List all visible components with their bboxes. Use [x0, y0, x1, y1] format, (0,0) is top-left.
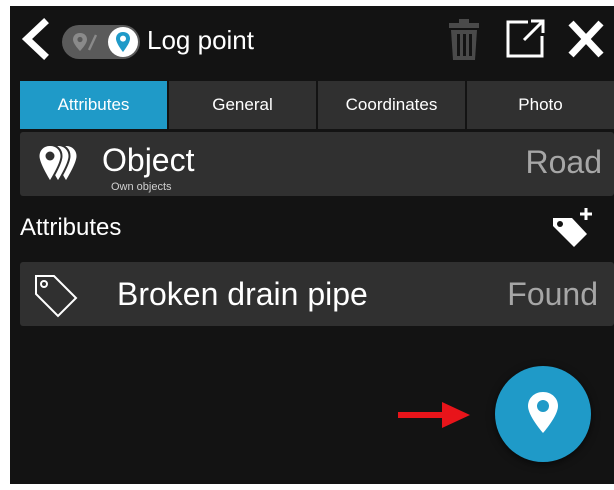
- map-slash-icon: [73, 33, 98, 51]
- back-chevron-icon: [21, 18, 49, 60]
- tab-coordinates[interactable]: Coordinates: [318, 81, 465, 129]
- tab-attributes[interactable]: Attributes: [20, 81, 167, 129]
- top-bar: Log point: [10, 6, 614, 72]
- mode-toggle[interactable]: [62, 25, 140, 59]
- tab-photo[interactable]: Photo: [467, 81, 614, 129]
- tab-general[interactable]: General: [169, 81, 316, 129]
- back-button[interactable]: [16, 18, 56, 60]
- add-tag-icon: [553, 208, 592, 247]
- delete-button[interactable]: [446, 16, 482, 62]
- stacked-pins-icon: [37, 143, 79, 184]
- attributes-section-title: Attributes: [20, 214, 122, 241]
- app-screen: Log point Attributes General Coordinates…: [10, 6, 614, 484]
- add-attribute-button[interactable]: [550, 206, 596, 252]
- close-button[interactable]: [566, 18, 606, 60]
- object-row[interactable]: Object Own objects Road: [20, 132, 614, 196]
- attribute-value: Found: [507, 276, 598, 312]
- tag-icon: [35, 275, 78, 318]
- annotation-arrow: [398, 402, 470, 428]
- close-icon: [568, 20, 604, 58]
- object-sublabel: Own objects: [111, 181, 172, 193]
- map-pin-icon: [116, 32, 130, 52]
- trash-icon: [449, 19, 479, 60]
- log-point-fab[interactable]: [495, 366, 591, 462]
- page-title: Log point: [147, 25, 254, 55]
- object-label: Object: [102, 142, 195, 178]
- object-value: Road: [525, 144, 603, 180]
- toggle-knob: [108, 27, 138, 57]
- attribute-name: Broken drain pipe: [117, 276, 368, 312]
- tab-bar: Attributes General Coordinates Photo: [20, 81, 614, 129]
- expand-icon: [506, 19, 545, 58]
- attribute-row[interactable]: Broken drain pipe Found: [20, 262, 614, 326]
- expand-button[interactable]: [504, 18, 548, 60]
- map-pin-icon: [528, 392, 558, 433]
